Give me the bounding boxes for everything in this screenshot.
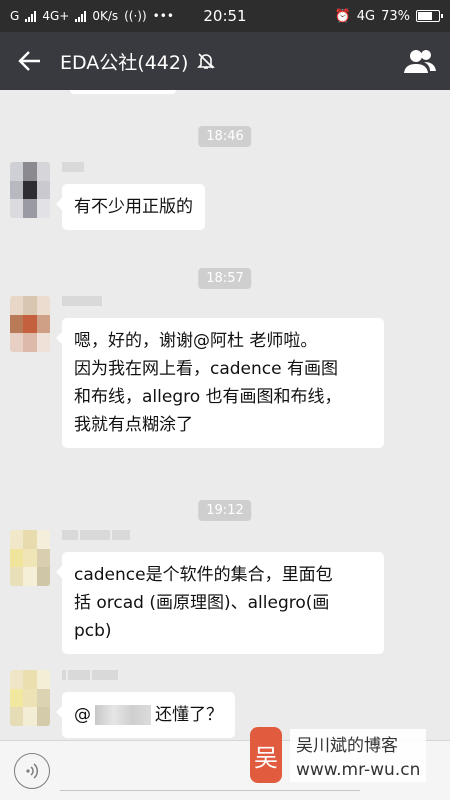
message-line: 和布线，allegro 也有画图和布线， xyxy=(74,387,342,407)
bell-off-icon xyxy=(197,53,216,69)
message-bubble[interactable]: 有不少用正版的 xyxy=(56,184,205,230)
battery-icon xyxy=(416,10,443,22)
message-line: 因为我在网上看，cadence 有画图 xyxy=(74,359,338,379)
message-body: cadence是个软件的集合，里面包 括 orcad (画原理图)、allegr… xyxy=(56,530,384,654)
avatar[interactable] xyxy=(10,670,50,726)
message-line: 括 orcad (画原理图)、allegro(画 xyxy=(74,593,330,613)
sender-name xyxy=(62,670,235,684)
message-line: 我就有点糊涂了 xyxy=(74,415,193,435)
avatar[interactable] xyxy=(10,162,50,218)
message-bubble-partial xyxy=(70,90,176,94)
signal-icon xyxy=(25,10,37,22)
redacted-name xyxy=(95,705,151,725)
avatar[interactable] xyxy=(10,296,50,352)
chat-title: EDA公社(442) xyxy=(60,48,216,75)
chat-area[interactable]: 18:46 有不少用正版的 18:57 嗯，好的，谢谢@阿杜 老师啦。 因为我在… xyxy=(0,90,450,740)
watermark-name: 吴川斌的博客 xyxy=(296,735,398,756)
title-bar: EDA公社(442) xyxy=(0,32,450,90)
message-bubble[interactable]: cadence是个软件的集合，里面包 括 orcad (画原理图)、allegr… xyxy=(56,552,384,654)
message-bubble[interactable]: 嗯，好的，谢谢@阿杜 老师啦。 因为我在网上看，cadence 有画图 和布线，… xyxy=(56,318,384,448)
message-line: 嗯，好的，谢谢@阿杜 老师啦。 xyxy=(74,331,318,351)
avatar[interactable] xyxy=(10,530,50,586)
group-members-button[interactable] xyxy=(390,32,450,90)
network-right-label: 4G xyxy=(356,8,376,24)
voice-button[interactable] xyxy=(14,752,50,789)
status-bar: G 4G+ 0K/s ((·)) ••• 20:51 ⏰ 4G 73% xyxy=(0,0,450,32)
battery-percent: 73% xyxy=(381,8,410,24)
more-dots-icon: ••• xyxy=(152,9,174,23)
message-line: cadence是个软件的集合，里面包 xyxy=(74,565,333,585)
timestamp: 18:46 xyxy=(198,126,252,147)
hotspot-icon: ((·)) xyxy=(124,9,147,23)
message-row: 嗯，好的，谢谢@阿杜 老师啦。 因为我在网上看，cadence 有画图 和布线，… xyxy=(10,296,384,448)
network-label: 4G+ xyxy=(42,9,70,23)
arrow-left-icon xyxy=(18,51,40,71)
carrier-label: G xyxy=(10,9,20,23)
sender-name xyxy=(62,530,384,544)
back-button[interactable] xyxy=(0,32,60,90)
message-body: @ 还懂了？ xyxy=(56,670,235,738)
watermark: 吴 吴川斌的博客 www.mr-wu.cn xyxy=(250,722,430,788)
sender-name xyxy=(62,162,205,176)
sender-name xyxy=(62,296,384,310)
status-left: G 4G+ 0K/s ((·)) ••• xyxy=(10,9,174,23)
message-line: pcb) xyxy=(74,621,112,641)
message-row: @ 还懂了？ xyxy=(10,670,235,738)
message-row: 有不少用正版的 xyxy=(10,162,205,230)
watermark-text: 吴川斌的博客 www.mr-wu.cn xyxy=(290,728,427,782)
signal-icon-2 xyxy=(75,10,87,22)
message-bubble[interactable]: @ 还懂了？ xyxy=(56,692,235,738)
alarm-icon: ⏰ xyxy=(334,8,351,24)
voice-icon xyxy=(26,762,39,779)
status-right: ⏰ 4G 73% xyxy=(334,8,443,24)
message-text: 还懂了？ xyxy=(155,705,223,725)
group-members-icon xyxy=(404,50,436,73)
watermark-logo: 吴 xyxy=(250,727,282,783)
message-body: 有不少用正版的 xyxy=(56,162,205,230)
message-row: cadence是个软件的集合，里面包 括 orcad (画原理图)、allegr… xyxy=(10,530,384,654)
speed-label: 0K/s xyxy=(92,9,119,23)
message-body: 嗯，好的，谢谢@阿杜 老师啦。 因为我在网上看，cadence 有画图 和布线，… xyxy=(56,296,384,448)
timestamp: 19:12 xyxy=(198,500,252,521)
chat-title-text: EDA公社(442) xyxy=(60,51,189,74)
watermark-url: www.mr-wu.cn xyxy=(296,759,421,780)
mention-symbol: @ xyxy=(74,705,91,725)
timestamp: 18:57 xyxy=(198,268,252,289)
